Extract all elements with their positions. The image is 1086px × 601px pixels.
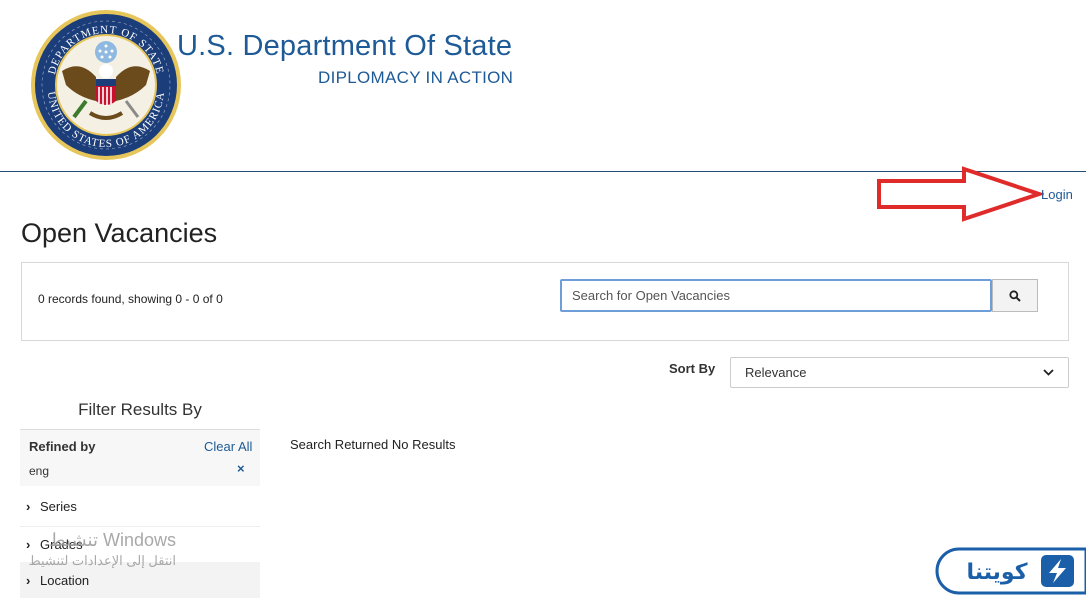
search-panel: 0 records found, showing 0 - 0 of 0 [21,262,1069,341]
department-seal-logo[interactable]: DEPARTMENT OF STATE UNITED STATES OF AME… [30,9,182,161]
refined-filter-value: eng [29,464,50,478]
site-title[interactable]: U.S. Department Of State [177,30,512,63]
facet-label: Grades [40,537,83,552]
facet-location[interactable]: › Location [20,562,260,598]
brand-logo-text: كويتنا [966,560,1027,585]
facet-label: Series [40,498,77,514]
search-button[interactable] [992,279,1038,312]
site-subtitle: DIPLOMACY IN ACTION [318,68,514,87]
search-input[interactable] [560,279,992,312]
login-link[interactable]: Login [1041,187,1073,202]
search-icon [1009,289,1021,302]
filter-panel: Filter Results By Refined by Clear All e… [20,392,260,601]
records-count: 0 records found, showing 0 - 0 of 0 [38,292,223,306]
facet-series[interactable]: › Series [20,488,260,524]
refined-by-label: Refined by [29,439,96,454]
chevron-right-icon: › [26,498,31,514]
refined-by-box: Refined by Clear All eng × [20,430,260,486]
filter-heading: Filter Results By [78,400,202,419]
sort-by-label: Sort By [669,361,716,376]
sort-selected-value: Relevance [745,365,807,380]
clear-all-link[interactable]: Clear All [204,439,252,454]
facet-grades[interactable]: › Grades [20,526,260,562]
facet-label: Location [40,572,90,588]
brand-watermark-logo: كويتنا [935,547,1086,595]
no-results-message: Search Returned No Results [290,437,456,452]
site-header: DEPARTMENT OF STATE UNITED STATES OF AME… [0,0,1086,172]
red-arrow-annotation [877,166,1044,222]
chevron-down-icon [1043,369,1054,376]
chevron-right-icon: › [26,572,31,588]
chevron-right-icon: › [26,537,31,552]
sort-by-select[interactable]: Relevance [730,357,1069,388]
remove-filter-icon[interactable]: × [237,461,245,476]
page-title: Open Vacancies [21,218,218,248]
